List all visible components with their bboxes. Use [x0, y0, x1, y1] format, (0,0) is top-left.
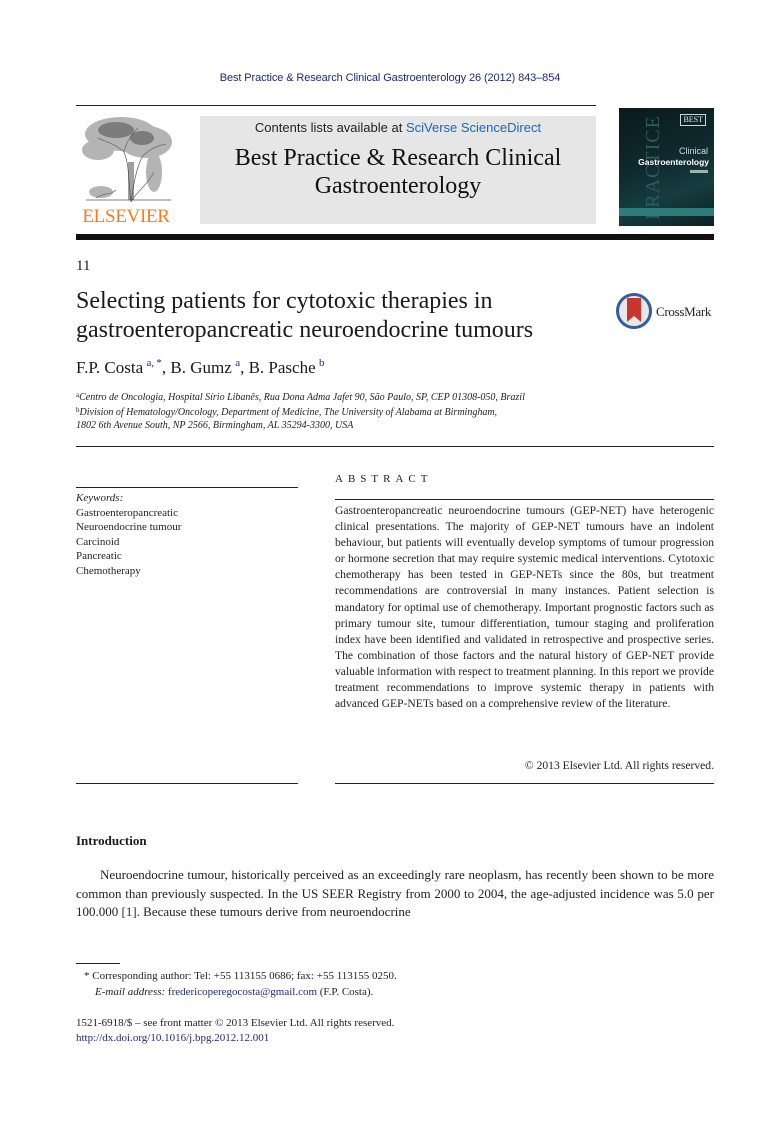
journal-title-line1: Best Practice & Research Clinical: [234, 145, 562, 171]
cover-vertical-text: PRACTICE: [641, 115, 664, 220]
author[interactable]: B. Pasche b: [248, 357, 325, 377]
author-affiliation-marker[interactable]: a, *: [147, 357, 162, 369]
cover-title: Gastroenterology: [638, 157, 709, 167]
email-suffix: (F.P. Costa).: [317, 986, 374, 998]
abstract-top-rule: [335, 499, 714, 500]
contents-prefix: Contents lists available at: [254, 120, 406, 135]
reference-link[interactable]: [1]: [122, 904, 137, 919]
crossmark-label: CrossMark: [656, 304, 712, 319]
article-title-line2: gastroenteropancreatic neuroendocrine tu…: [76, 317, 534, 343]
keyword-item: Chemotherapy: [76, 564, 141, 577]
header-rule: [76, 105, 596, 106]
cover-badge: BEST: [680, 114, 706, 126]
email-note: E-mail address: fredericoperegocosta@gma…: [95, 984, 373, 1000]
author-affiliation-marker[interactable]: b: [319, 357, 325, 369]
author[interactable]: B. Gumz a: [170, 357, 240, 377]
tree-icon: [82, 117, 172, 203]
author-name: B. Gumz: [170, 358, 232, 377]
author-name: F.P. Costa: [76, 358, 144, 377]
email-link[interactable]: fredericoperegocosta@gmail.com: [168, 986, 317, 998]
doi-line: http://dx.doi.org/10.1016/j.bpg.2012.12.…: [76, 1030, 269, 1046]
journal-reference[interactable]: Best Practice & Research Clinical Gastro…: [0, 72, 780, 84]
front-matter-note: 1521-6918/$ – see front matter © 2013 El…: [76, 1017, 395, 1029]
affiliation-continued: 1802 6th Avenue South, NP 2566, Birmingh…: [76, 420, 354, 431]
cover-subtitle: Clinical: [678, 146, 708, 156]
journal-cover[interactable]: PRACTICE BEST Clinical Gastroenterology: [619, 108, 714, 226]
elsevier-wordmark: ELSEVIER: [82, 206, 170, 227]
keyword-item: Carcinoid: [76, 535, 120, 548]
section-rule: [76, 446, 714, 447]
doi-link[interactable]: http://dx.doi.org/10.1016/j.bpg.2012.12.…: [76, 1032, 269, 1044]
keyword-item: Gastroenteropancreatic: [76, 506, 178, 519]
abstract-copyright: © 2013 Elsevier Ltd. All rights reserved…: [524, 759, 714, 772]
introduction-heading: Introduction: [76, 833, 147, 848]
crossmark-button[interactable]: CrossMark: [616, 292, 716, 332]
article-title-line1: Selecting patients for cytotoxic therapi…: [76, 288, 493, 314]
author-name: B. Pasche: [248, 358, 316, 377]
article-number: 11: [76, 258, 91, 274]
author-list: F.P. Costa a, *, B. Gumz a, B. Pasche b: [76, 357, 325, 377]
author-affiliation-marker[interactable]: a: [235, 357, 240, 369]
journal-title[interactable]: Best Practice & Research Clinical Gastro…: [200, 144, 596, 200]
cover-band: [619, 208, 714, 216]
elsevier-logo[interactable]: ELSEVIER: [76, 112, 176, 228]
introduction-paragraph: Neuroendocrine tumour, historically perc…: [76, 866, 714, 922]
cover-editor-line: [690, 170, 708, 173]
header-thick-rule: [76, 234, 714, 240]
journal-title-line2: Gastroenterology: [314, 173, 482, 199]
footnote-rule: [76, 963, 120, 964]
corresponding-author-note: * Corresponding author: Tel: +55 113155 …: [84, 970, 397, 982]
journal-banner: Contents lists available at SciVerse Sci…: [200, 116, 596, 224]
abstract-text: Gastroenteropancreatic neuroendocrine tu…: [335, 504, 714, 711]
keywords-block: Keywords: Gastroenteropancreatic Neuroen…: [76, 491, 181, 578]
sciencedirect-link[interactable]: SciVerse ScienceDirect: [406, 120, 541, 135]
article-title: Selecting patients for cytotoxic therapi…: [76, 287, 616, 345]
abstract-heading: ABSTRACT: [335, 473, 433, 485]
author[interactable]: F.P. Costa a, *: [76, 357, 162, 377]
email-label: E-mail address:: [95, 986, 166, 998]
crossmark-icon: [616, 293, 652, 329]
keywords-bottom-rule: [76, 783, 298, 784]
intro-text: . Because these tumours derive from neur…: [136, 904, 411, 919]
contents-line: Contents lists available at SciVerse Sci…: [200, 120, 596, 135]
affiliation-text: Division of Hematology/Oncology, Departm…: [79, 407, 498, 418]
keyword-item: Pancreatic: [76, 550, 122, 562]
affiliation-text: Centro de Oncologia, Hospital Sírio Liba…: [79, 392, 525, 403]
abstract-bottom-rule: [335, 783, 714, 784]
keyword-item: Neuroendocrine tumour: [76, 521, 182, 533]
keywords-top-rule: [76, 487, 298, 488]
keywords-heading: Keywords:: [76, 492, 124, 504]
